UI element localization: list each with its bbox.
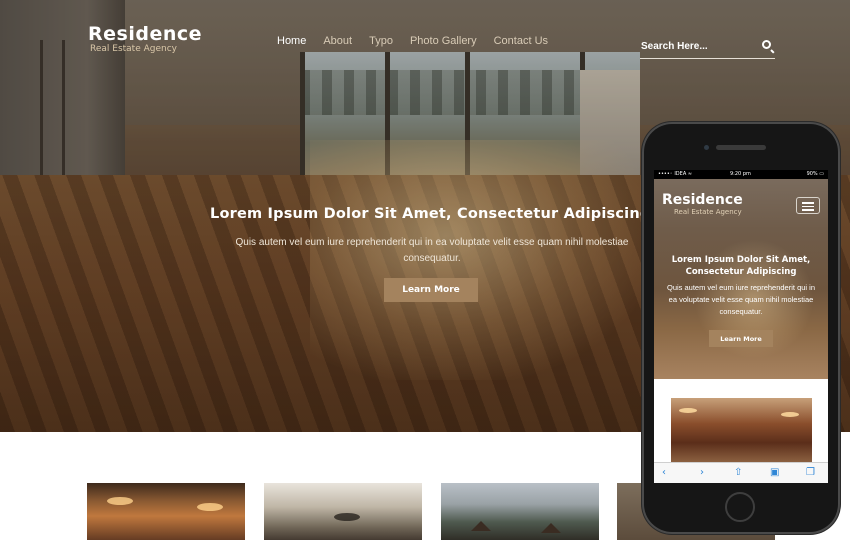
learn-more-button[interactable]: Learn More (384, 278, 478, 302)
nav-item-home[interactable]: Home (277, 35, 306, 47)
gallery-thumbnail[interactable] (87, 483, 245, 540)
bookmarks-icon[interactable]: ▣ (770, 467, 779, 478)
mobile-hero: Residence Real Estate Agency Lorem Ipsum… (654, 179, 828, 379)
mobile-logo[interactable]: Residence Real Estate Agency (662, 192, 743, 217)
mobile-logo-title: Residence (662, 192, 743, 208)
hero-title: Lorem Ipsum Dolor Sit Amet, Consectetur … (210, 206, 651, 222)
share-icon[interactable]: ⇧ (734, 467, 742, 478)
mobile-learn-more-button[interactable]: Learn More (709, 330, 773, 347)
hamburger-line (802, 209, 814, 211)
gallery-thumbnail[interactable] (441, 483, 599, 540)
hamburger-icon[interactable] (796, 197, 820, 214)
battery-label: 90% ▭ (806, 171, 824, 177)
tabs-icon[interactable]: ❐ (806, 467, 815, 478)
ceiling-lamp (781, 412, 799, 417)
mobile-logo-subtitle: Real Estate Agency (674, 208, 742, 216)
home-button[interactable] (725, 492, 755, 522)
mobile-hero-title: Lorem Ipsum Dolor Sit Amet, Consectetur … (671, 255, 811, 277)
search-box (640, 36, 775, 59)
mobile-hero-description: Quis autem vel eum iure reprehenderit qu… (667, 283, 815, 316)
nav-item-typo[interactable]: Typo (369, 35, 393, 47)
hamburger-line (802, 202, 814, 204)
mobile-gallery-image[interactable] (671, 398, 812, 462)
phone-mockup: ••••◦ IDEA ≈ 9:20 pm 90% ▭ Residence Rea… (642, 122, 840, 534)
logo-title: Residence (88, 23, 203, 45)
status-bar: ••••◦ IDEA ≈ 9:20 pm 90% ▭ (654, 170, 828, 179)
status-time: 9:20 pm (730, 171, 751, 177)
pendant-lamp (334, 513, 360, 521)
hamburger-line (802, 205, 814, 207)
nav-item-photo-gallery[interactable]: Photo Gallery (410, 35, 477, 47)
forward-icon[interactable]: › (700, 467, 704, 478)
house-roof (471, 521, 491, 531)
hero-description: Quis autem vel eum iure reprehenderit qu… (235, 237, 629, 264)
phone-speaker (716, 145, 766, 150)
carrier-label: ••••◦ IDEA ≈ (658, 171, 693, 177)
nav-item-contact-us[interactable]: Contact Us (494, 35, 548, 47)
ceiling-lamp (197, 503, 223, 511)
ceiling-lamp (679, 408, 697, 413)
page: Residence Real Estate Agency Home About … (0, 0, 850, 540)
camera-icon (704, 145, 709, 150)
gallery-thumbnail[interactable] (264, 483, 422, 540)
ceiling-lamp (107, 497, 133, 505)
back-icon[interactable]: ‹ (662, 467, 666, 478)
search-input[interactable] (641, 38, 751, 54)
house-roof (541, 523, 561, 533)
main-nav: Home About Typo Photo Gallery Contact Us (277, 35, 565, 47)
logo-subtitle: Real Estate Agency (90, 44, 177, 54)
nav-item-about[interactable]: About (323, 35, 352, 47)
site-logo[interactable]: Residence Real Estate Agency (88, 24, 202, 55)
browser-toolbar: ‹ › ⇧ ▣ ❐ (654, 462, 828, 483)
search-icon[interactable] (762, 40, 771, 49)
phone-screen: ••••◦ IDEA ≈ 9:20 pm 90% ▭ Residence Rea… (654, 170, 828, 483)
